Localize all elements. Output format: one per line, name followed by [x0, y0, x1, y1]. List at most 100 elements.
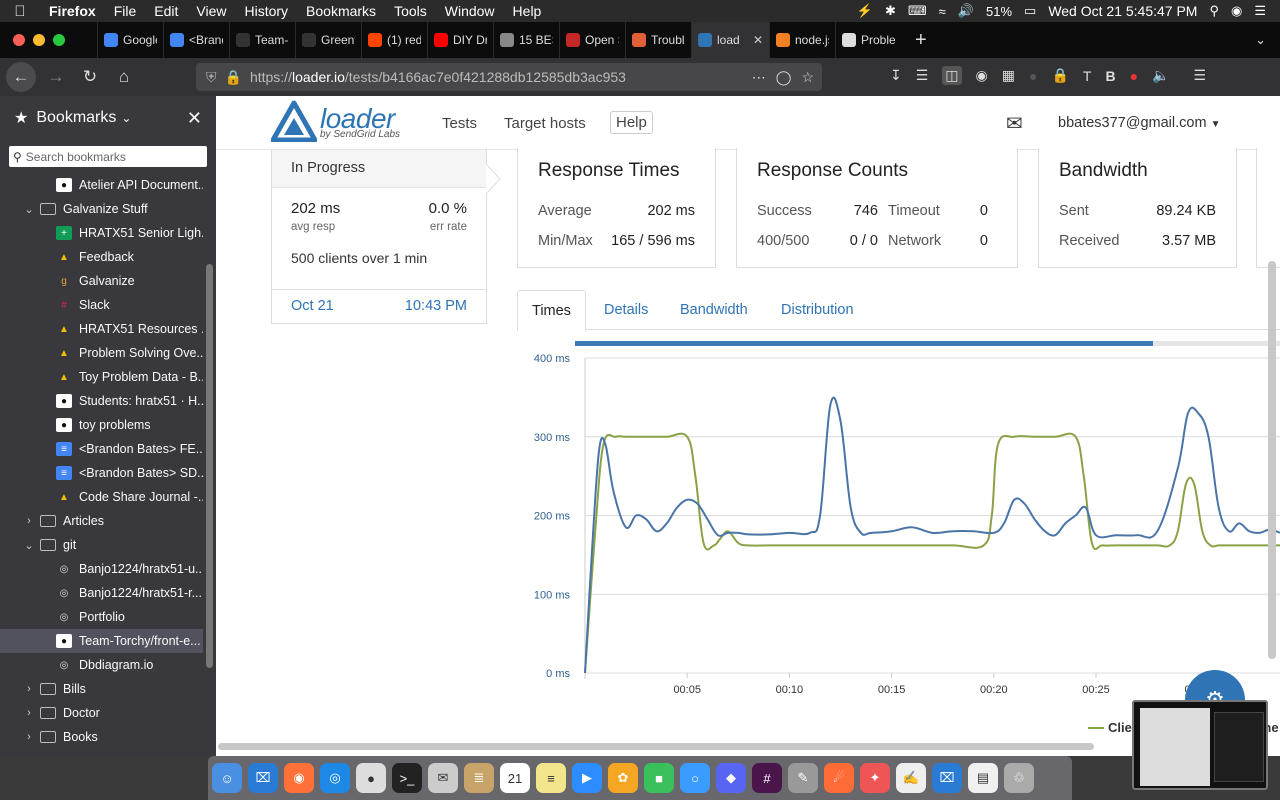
dock-remote-icon[interactable]: ✦	[860, 763, 890, 793]
bookmark-item[interactable]: ● Students: hratx51 · H...	[0, 389, 203, 413]
extension-speaker-icon[interactable]: 🔈	[1152, 67, 1169, 84]
extension-lock-icon[interactable]: 🔒	[1051, 67, 1068, 84]
dock-facetime-icon[interactable]: ■	[644, 763, 674, 793]
tab-bandwidth[interactable]: Bandwidth	[680, 290, 748, 331]
loader-logo[interactable]: loader by SendGrid Labs	[271, 100, 400, 142]
forward-arrow-icon[interactable]: →	[42, 63, 70, 91]
browser-tab[interactable]: node.js, c	[769, 22, 835, 58]
browser-tab[interactable]: Greenfiel	[295, 22, 361, 58]
menu-file[interactable]: File	[105, 3, 146, 19]
dock-documents-icon[interactable]: ▤	[968, 763, 998, 793]
dock-postman-icon[interactable]: ☄	[824, 763, 854, 793]
bookmark-item[interactable]: ɡ Galvanize	[0, 269, 203, 293]
dock-zoom-icon[interactable]: ▶	[572, 763, 602, 793]
bookmark-item[interactable]: ≡ <Brandon Bates> SD...	[0, 461, 203, 485]
extension-ud-icon[interactable]: ●	[1130, 68, 1138, 84]
dock-photos-icon[interactable]: ✿	[608, 763, 638, 793]
bookmark-item[interactable]: ◎ Dbdiagram.io	[0, 653, 203, 677]
extension-k-icon[interactable]: ▦	[1002, 67, 1015, 84]
dock-trash-icon[interactable]: ♲	[1004, 763, 1034, 793]
minimize-window-button[interactable]	[33, 34, 45, 46]
bookmark-search-input[interactable]: ⚲ Search bookmarks	[9, 146, 207, 167]
bookmark-item[interactable]: ≡ <Brandon Bates> FE...	[0, 437, 203, 461]
close-icon[interactable]: ✕	[187, 108, 202, 129]
extension-blank-icon[interactable]: ●	[1029, 68, 1037, 84]
bookmark-folder[interactable]: › Articles	[0, 509, 203, 533]
chevron-down-icon[interactable]: ⌄	[22, 539, 36, 552]
bookmark-item[interactable]: ▲ Code Share Journal -...	[0, 485, 203, 509]
browser-tab[interactable]: DIY Drill	[427, 22, 493, 58]
bookmark-folder[interactable]: › Books	[0, 725, 203, 749]
chevron-right-icon[interactable]: ›	[22, 707, 36, 719]
dock-vs-code-icon[interactable]: ⌧	[932, 763, 962, 793]
dock-pencil-icon[interactable]: ✎	[788, 763, 818, 793]
siri-icon[interactable]: ◉	[1231, 3, 1242, 19]
bookmark-item[interactable]: ● toy problems	[0, 413, 203, 437]
screen-recording-thumbnail[interactable]	[1132, 700, 1268, 790]
dock-firefox-icon[interactable]: ◉	[284, 763, 314, 793]
close-tab-icon[interactable]: ✕	[753, 33, 763, 47]
browser-tab[interactable]: Open Sou	[559, 22, 625, 58]
lock-icon[interactable]: 🔒	[225, 69, 242, 86]
apple-menu-icon[interactable]: 	[0, 3, 40, 20]
browser-tab[interactable]: <Brandon	[163, 22, 229, 58]
nav-tests[interactable]: Tests	[442, 115, 477, 132]
input-source-icon[interactable]: ⌨	[908, 3, 927, 19]
browser-tab[interactable]: Troubles	[625, 22, 691, 58]
menu-tools[interactable]: Tools	[385, 3, 436, 19]
battery-icon[interactable]: ▭	[1024, 3, 1036, 19]
nav-help-button[interactable]: Help	[610, 111, 653, 134]
chevron-right-icon[interactable]: ›	[22, 731, 36, 743]
sidebar-title[interactable]: Bookmarks	[36, 109, 116, 127]
dock-chrome-icon[interactable]: ●	[356, 763, 386, 793]
tab-overflow-chevron-icon[interactable]: ⌄	[1255, 32, 1266, 48]
browser-tab[interactable]: Google C	[97, 22, 163, 58]
bookmark-item[interactable]: ▲ HRATX51 Resources ...	[0, 317, 203, 341]
menu-app-name[interactable]: Firefox	[40, 3, 105, 19]
dock-mail-icon[interactable]: ✉	[428, 763, 458, 793]
dock-slack-icon[interactable]: #	[752, 763, 782, 793]
bookmark-star-icon[interactable]: ☆	[801, 69, 814, 86]
bookmark-item[interactable]: ▲ Toy Problem Data - B...	[0, 365, 203, 389]
bookmark-folder[interactable]: › Bills	[0, 677, 203, 701]
bookmark-item[interactable]: ▲ Problem Solving Ove...	[0, 341, 203, 365]
horizontal-scrollbar[interactable]	[218, 743, 1094, 750]
extension-b-icon[interactable]: B	[1105, 68, 1115, 84]
library-icon[interactable]: ☰	[916, 67, 929, 84]
chevron-down-icon[interactable]: ⌄	[22, 203, 36, 216]
browser-tab[interactable]: 15 BEST	[493, 22, 559, 58]
zoom-window-button[interactable]	[53, 34, 65, 46]
dock-vs-code-icon[interactable]: ⌧	[248, 763, 278, 793]
menu-edit[interactable]: Edit	[145, 3, 187, 19]
spotlight-icon[interactable]: ⚲	[1209, 3, 1219, 19]
menu-help[interactable]: Help	[504, 3, 551, 19]
nav-target-hosts[interactable]: Target hosts	[504, 115, 586, 132]
tab-distribution[interactable]: Distribution	[781, 290, 854, 331]
menu-history[interactable]: History	[235, 3, 297, 19]
test-run-date[interactable]: Oct 21 10:43 PM	[272, 289, 486, 322]
close-window-button[interactable]	[13, 34, 25, 46]
menu-bookmarks[interactable]: Bookmarks	[297, 3, 385, 19]
user-menu[interactable]: bbates377@gmail.com ▼	[1058, 115, 1220, 131]
dock-stickies-icon[interactable]: ≡	[536, 763, 566, 793]
clock[interactable]: Wed Oct 21 5:45:47 PM	[1048, 3, 1197, 19]
tab-details[interactable]: Details	[604, 290, 648, 331]
menu-window[interactable]: Window	[436, 3, 504, 19]
bookmark-item[interactable]: ◎ Banjo1224/hratx51-r...	[0, 581, 203, 605]
dock-textedit-icon[interactable]: ✍	[896, 763, 926, 793]
sidebar-toggle-icon[interactable]: ◫	[942, 66, 962, 85]
chevron-down-icon[interactable]: ⌄	[121, 111, 131, 125]
back-arrow-icon[interactable]: ←	[6, 62, 36, 92]
dock-finder-icon[interactable]: ☺	[212, 763, 242, 793]
chevron-right-icon[interactable]: ›	[22, 683, 36, 695]
bolt-icon[interactable]: ⚡	[857, 3, 873, 19]
url-bar[interactable]: ⛨ 🔒 https://loader.io/tests/b4166ac7e0f4…	[196, 63, 822, 91]
extension-t-icon[interactable]: T	[1083, 68, 1092, 84]
bookmark-item[interactable]: ● Team-Torchy/front-e...	[0, 629, 203, 653]
dock-notes-icon[interactable]: ≣	[464, 763, 494, 793]
dock-safari-icon[interactable]: ◎	[320, 763, 350, 793]
notification-center-icon[interactable]: ☰	[1254, 3, 1266, 19]
wifi-icon[interactable]: ≈	[939, 4, 946, 19]
bluetooth-icon[interactable]: ✱	[885, 3, 896, 19]
battery-percent[interactable]: 51%	[986, 4, 1012, 19]
